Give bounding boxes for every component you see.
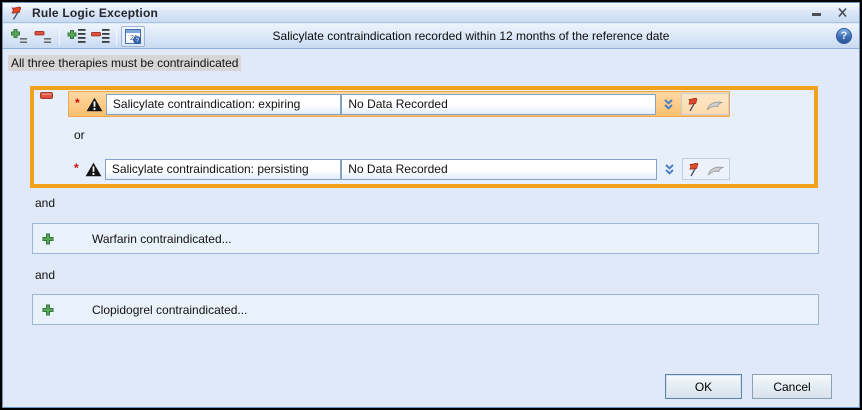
or-operator-label: or <box>74 128 85 142</box>
chevron-double-down-icon[interactable] <box>662 162 677 177</box>
add-item-icon[interactable] <box>42 233 54 245</box>
condition-label: Warfarin contraindicated... <box>92 232 232 246</box>
required-marker: * <box>74 161 84 175</box>
window-controls <box>809 6 853 20</box>
condition-field[interactable]: Salicylate contraindication: persisting <box>105 159 341 180</box>
remove-condition-button[interactable] <box>31 26 55 47</box>
add-condition-icon <box>10 28 28 45</box>
titlebar: Rule Logic Exception <box>3 3 859 23</box>
condition-row-persisting[interactable]: * Salicylate contraindication: persistin… <box>68 156 730 182</box>
dialog-body: All three therapies must be contraindica… <box>3 49 859 407</box>
toolbar: 21 ? Salicylate contraindication recorde… <box>3 24 859 49</box>
remove-condition-icon <box>34 28 52 45</box>
window-title: Rule Logic Exception <box>32 6 158 20</box>
minimize-icon[interactable] <box>809 6 823 20</box>
condition-field[interactable]: Salicylate contraindication: expiring <box>106 94 342 115</box>
and-operator-label: and <box>35 268 55 282</box>
toolbar-separator <box>59 27 60 45</box>
condition-label: Clopidogrel contraindicated... <box>92 303 247 317</box>
clear-flag-icon[interactable] <box>706 98 724 111</box>
value-field[interactable]: No Data Recorded <box>341 94 656 115</box>
rule-description-label: All three therapies must be contraindica… <box>8 55 241 71</box>
help-icon[interactable]: ? <box>836 28 852 44</box>
warning-icon <box>86 97 103 112</box>
flag-actions-panel <box>682 158 730 180</box>
remove-group-icon <box>91 28 110 44</box>
cancel-button[interactable]: Cancel <box>752 374 832 399</box>
toolbar-separator <box>116 27 117 45</box>
flag-icon[interactable] <box>687 161 702 177</box>
window-frame: Rule Logic Exception <box>2 2 860 408</box>
warning-icon <box>85 162 102 177</box>
value-field[interactable]: No Data Recorded <box>341 159 657 180</box>
clopidogrel-condition-row[interactable]: Clopidogrel contraindicated... <box>32 294 819 325</box>
remove-group-minus-icon[interactable] <box>40 92 53 99</box>
or-condition-group: * Salicylate contraindication: expiring … <box>30 86 818 188</box>
required-marker: * <box>75 96 85 110</box>
window-flag-icon <box>9 5 25 21</box>
date-options-button[interactable]: 21 ? <box>121 26 145 47</box>
remove-group-button[interactable] <box>88 26 112 47</box>
add-group-button[interactable] <box>64 26 88 47</box>
close-icon[interactable] <box>835 6 849 20</box>
add-group-icon <box>67 28 86 44</box>
flag-actions-panel <box>681 93 729 115</box>
ok-button[interactable]: OK <box>665 374 742 399</box>
clear-flag-icon[interactable] <box>707 163 725 176</box>
warfarin-condition-row[interactable]: Warfarin contraindicated... <box>32 223 819 254</box>
condition-row-expiring[interactable]: * Salicylate contraindication: expiring … <box>68 91 730 117</box>
rule-summary-text: Salicylate contraindication recorded wit… <box>123 24 819 48</box>
flag-icon[interactable] <box>686 96 701 112</box>
add-condition-button[interactable] <box>7 26 31 47</box>
calendar-icon: 21 ? <box>125 29 141 44</box>
add-item-icon[interactable] <box>42 304 54 316</box>
chevron-double-down-icon[interactable] <box>661 97 676 112</box>
rule-logic-exception-dialog: Rule Logic Exception <box>0 0 862 410</box>
and-operator-label: and <box>35 196 55 210</box>
